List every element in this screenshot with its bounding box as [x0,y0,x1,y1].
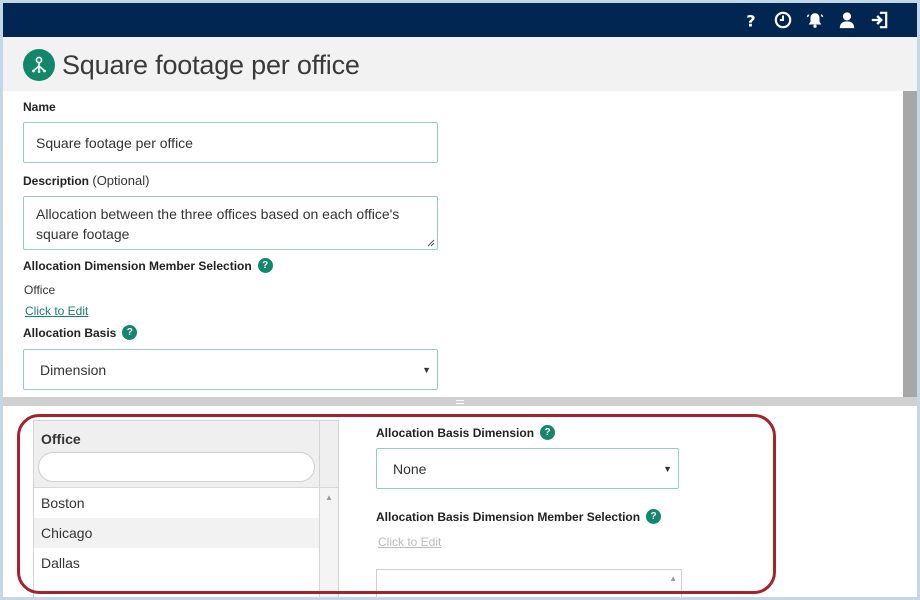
help-icon[interactable]: ? [257,258,273,274]
allocation-editor: Square footage per office Name Square fo… [3,37,917,397]
sign-out-icon[interactable] [869,10,889,30]
help-icon[interactable]: ? [540,425,556,441]
table-row[interactable]: Chicago [34,518,319,548]
description-label: Description (Optional) [23,173,150,188]
description-textarea[interactable]: Allocation between the three offices bas… [23,196,438,250]
scroll-up-icon[interactable]: ▲ [325,493,333,502]
help-icon[interactable]: ? [646,509,662,525]
allocation-basis-select[interactable]: Dimension ▼ [23,349,438,390]
user-icon[interactable] [837,10,857,30]
grid-filter-input[interactable] [38,452,315,482]
basis-dimension-select[interactable]: None ▼ [376,448,679,489]
form-scrollbar[interactable] [903,91,917,397]
grid-scrollbar[interactable]: ▲ [319,488,338,597]
grid-header: Office [34,421,319,488]
dropdown-caret-icon: ▼ [663,463,672,474]
basis-dimension-label: Allocation Basis Dimension? [376,425,556,441]
pane-splitter-handle[interactable] [3,397,917,406]
table-row[interactable]: Boston [34,488,319,518]
basis-dimension-member-label: Allocation Basis Dimension Member Select… [376,509,662,525]
page-header: Square footage per office [3,37,917,91]
name-input[interactable]: Square footage per office [23,122,438,163]
allocation-network-icon [23,49,55,81]
help-icon[interactable]: ? [122,325,138,341]
table-row[interactable]: Dallas [34,548,319,578]
notifications-bell-icon[interactable] [805,10,825,30]
basis-member-list[interactable]: ▲ [376,569,682,597]
click-to-edit-link-disabled: Click to Edit [378,535,442,549]
svg-text:?: ? [746,11,755,29]
name-label: Name [23,100,56,114]
page-title: Square footage per office [62,50,360,80]
optional-hint: (Optional) [92,173,150,188]
office-grid: Office Boston Chicago Dallas ▲ [33,420,339,597]
allocation-basis-label: Allocation Basis? [23,325,138,341]
app-window: ? Square footage per office Name Square … [0,0,920,600]
dimension-member-value: Office [24,283,56,297]
lower-pane: Office Boston Chicago Dallas ▲ Allocatio… [3,406,917,597]
grid-body: Boston Chicago Dallas [34,488,319,578]
click-to-edit-link[interactable]: Click to Edit [25,304,88,318]
allocation-form: Name Square footage per office Descripti… [3,91,903,397]
help-icon[interactable]: ? [741,10,761,30]
top-navigation-bar: ? [3,3,917,37]
scroll-up-icon[interactable]: ▲ [669,574,677,583]
resize-grip-icon[interactable] [427,239,435,247]
grid-column-header[interactable]: Office [41,431,81,447]
history-clock-icon[interactable] [773,10,793,30]
dropdown-caret-icon: ▼ [422,364,431,375]
dimension-member-selection-label: Allocation Dimension Member Selection? [23,258,273,274]
